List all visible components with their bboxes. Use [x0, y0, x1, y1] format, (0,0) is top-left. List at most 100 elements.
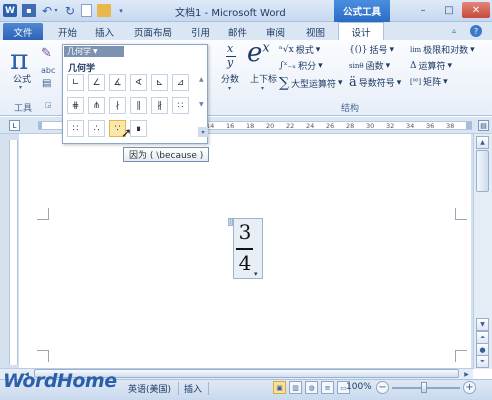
- print-layout-view-button[interactable]: ▣: [273, 381, 286, 394]
- zoom-out-icon[interactable]: −: [376, 381, 389, 394]
- symbol-button[interactable]: ∎: [130, 120, 147, 137]
- radical-button[interactable]: ⁿ√x 根式 ▾: [279, 43, 320, 57]
- ruler-number: 36: [426, 122, 435, 130]
- scroll-up-button[interactable]: ▲: [476, 136, 489, 149]
- new-document-icon[interactable]: [81, 4, 92, 17]
- script-dropdown-icon[interactable]: ▾: [261, 85, 264, 92]
- tab-review[interactable]: 审阅: [266, 25, 285, 39]
- customize-quick-access-icon[interactable]: ▾: [114, 4, 128, 17]
- symbol-button[interactable]: ∡: [109, 74, 126, 91]
- zoom-level[interactable]: 100%: [346, 382, 372, 392]
- equation-options-icon[interactable]: ▾: [254, 270, 258, 278]
- ribbon-tabs: 文件 开始 插入 页面布局 引用 邮件 审阅 视图 设计 ▵ ?: [0, 22, 492, 40]
- redo-icon[interactable]: ↻: [63, 4, 77, 18]
- symbol-button[interactable]: ⊾: [151, 74, 168, 91]
- professional-format-icon[interactable]: ✎: [41, 46, 52, 61]
- symbol-button[interactable]: ∤: [109, 97, 126, 114]
- scroll-right-button[interactable]: ▶: [461, 369, 472, 379]
- equation-denominator[interactable]: 4: [236, 251, 254, 275]
- ruler-toggle-icon[interactable]: ▤: [478, 120, 489, 131]
- symbol-button[interactable]: ⋔: [88, 97, 105, 114]
- matrix-button[interactable]: [⁰⁰] 矩阵 ▾: [410, 75, 448, 89]
- undo-dropdown-icon[interactable]: ▾: [53, 4, 59, 17]
- function-button[interactable]: sinθ 函数 ▾: [349, 59, 390, 73]
- ruler-number: 18: [246, 122, 255, 130]
- symbol-button[interactable]: ∴: [88, 120, 105, 137]
- script-icon[interactable]: ex: [247, 38, 270, 68]
- symbol-button[interactable]: ⋕: [67, 97, 84, 114]
- fraction-icon-numerator[interactable]: x: [227, 42, 233, 55]
- limit-log-button[interactable]: lim 极限和对数 ▾: [410, 43, 475, 57]
- gallery-scroll-up-icon[interactable]: ▲: [199, 76, 204, 83]
- tab-page-layout[interactable]: 页面布局: [134, 25, 172, 39]
- scroll-down-button[interactable]: ▼: [476, 318, 489, 331]
- tab-insert[interactable]: 插入: [95, 25, 114, 39]
- symbol-button[interactable]: ∢: [130, 74, 147, 91]
- save-icon[interactable]: ▪: [22, 4, 36, 17]
- outline-view-button[interactable]: ≡: [321, 381, 334, 394]
- matrix-icon: [⁰⁰]: [410, 77, 422, 86]
- fraction-dropdown-icon[interactable]: ▾: [228, 85, 231, 92]
- maximize-button[interactable]: □: [436, 2, 462, 18]
- normal-text-icon[interactable]: ▤: [42, 78, 51, 89]
- web-layout-view-button[interactable]: ◍: [305, 381, 318, 394]
- radical-icon: ⁿ√x: [279, 44, 294, 55]
- help-icon[interactable]: ?: [470, 25, 482, 37]
- bracket-button[interactable]: {()} 括号 ▾: [349, 43, 394, 57]
- word-app-icon[interactable]: W: [3, 4, 17, 17]
- vertical-scroll-thumb[interactable]: [476, 150, 489, 192]
- tools-dialog-launcher-icon[interactable]: ◲: [45, 101, 52, 109]
- tab-view[interactable]: 视图: [306, 25, 325, 39]
- status-divider: [178, 382, 179, 395]
- vertical-ruler[interactable]: [9, 140, 18, 365]
- symbol-button[interactable]: ∠: [88, 74, 105, 91]
- tab-stop-selector[interactable]: L: [9, 120, 20, 131]
- undo-icon[interactable]: ↶: [40, 4, 54, 18]
- open-folder-icon[interactable]: [97, 4, 111, 17]
- gallery-scroll-down-icon[interactable]: ▼: [199, 101, 204, 108]
- ruler-number: 20: [266, 122, 275, 130]
- tab-mailings[interactable]: 邮件: [228, 25, 247, 39]
- integral-icon: ∫ˣ₋ₓ: [279, 60, 297, 71]
- zoom-slider-thumb[interactable]: [421, 382, 427, 393]
- gallery-expand-icon[interactable]: ▾: [198, 127, 208, 137]
- crop-mark-bottom-left: [37, 350, 49, 362]
- minimize-button[interactable]: –: [410, 2, 436, 18]
- integral-button[interactable]: ∫ˣ₋ₓ 积分 ▾: [279, 59, 323, 73]
- zoom-in-icon[interactable]: +: [463, 381, 476, 394]
- ruler-number: 22: [286, 122, 295, 130]
- fraction-icon-denominator[interactable]: y: [227, 56, 233, 69]
- fraction-button-label[interactable]: 分数: [221, 72, 239, 85]
- ruler-number: 24: [306, 122, 315, 130]
- language-status[interactable]: 英语(美国): [128, 382, 171, 395]
- equation-numerator[interactable]: 3: [236, 220, 254, 244]
- operator-button[interactable]: Δ 运算符 ▾: [410, 59, 452, 73]
- symbol-button[interactable]: ∦: [151, 97, 168, 114]
- symbol-button[interactable]: ⊿: [172, 74, 189, 91]
- symbol-button[interactable]: ∷: [172, 97, 189, 114]
- insert-mode-status[interactable]: 插入: [184, 382, 202, 395]
- crop-mark-bottom-right: [455, 350, 467, 362]
- linear-format-label[interactable]: abc: [41, 66, 55, 75]
- tab-design[interactable]: 设计: [338, 22, 384, 40]
- minimize-ribbon-icon[interactable]: ▵: [452, 26, 456, 35]
- insert-equation-dropdown-icon[interactable]: ▾: [19, 84, 22, 91]
- symbol-button[interactable]: ∥: [130, 97, 147, 114]
- close-button[interactable]: ✕: [462, 2, 490, 18]
- script-button-label[interactable]: 上下标: [250, 72, 277, 85]
- symbol-button[interactable]: ∟: [67, 74, 84, 91]
- full-screen-reading-view-button[interactable]: ▥: [289, 381, 302, 394]
- ruler-number: 32: [386, 122, 395, 130]
- bracket-icon: {()}: [349, 44, 368, 55]
- large-operator-button[interactable]: ∑ 大型运算符 ▾: [279, 75, 343, 91]
- symbol-button[interactable]: ∷: [67, 120, 84, 137]
- accent-button[interactable]: ä 导数符号 ▾: [349, 75, 401, 90]
- symbol-category-dropdown[interactable]: 几何学 ▼: [64, 46, 124, 57]
- tools-group-label: 工具: [14, 104, 33, 114]
- next-page-button[interactable]: ⏷: [476, 355, 489, 368]
- tab-home[interactable]: 开始: [58, 25, 77, 39]
- equation-tools-context-label: 公式工具: [334, 0, 390, 22]
- tab-file[interactable]: 文件: [3, 23, 43, 40]
- tab-references[interactable]: 引用: [191, 25, 210, 39]
- operator-icon: Δ: [410, 60, 417, 71]
